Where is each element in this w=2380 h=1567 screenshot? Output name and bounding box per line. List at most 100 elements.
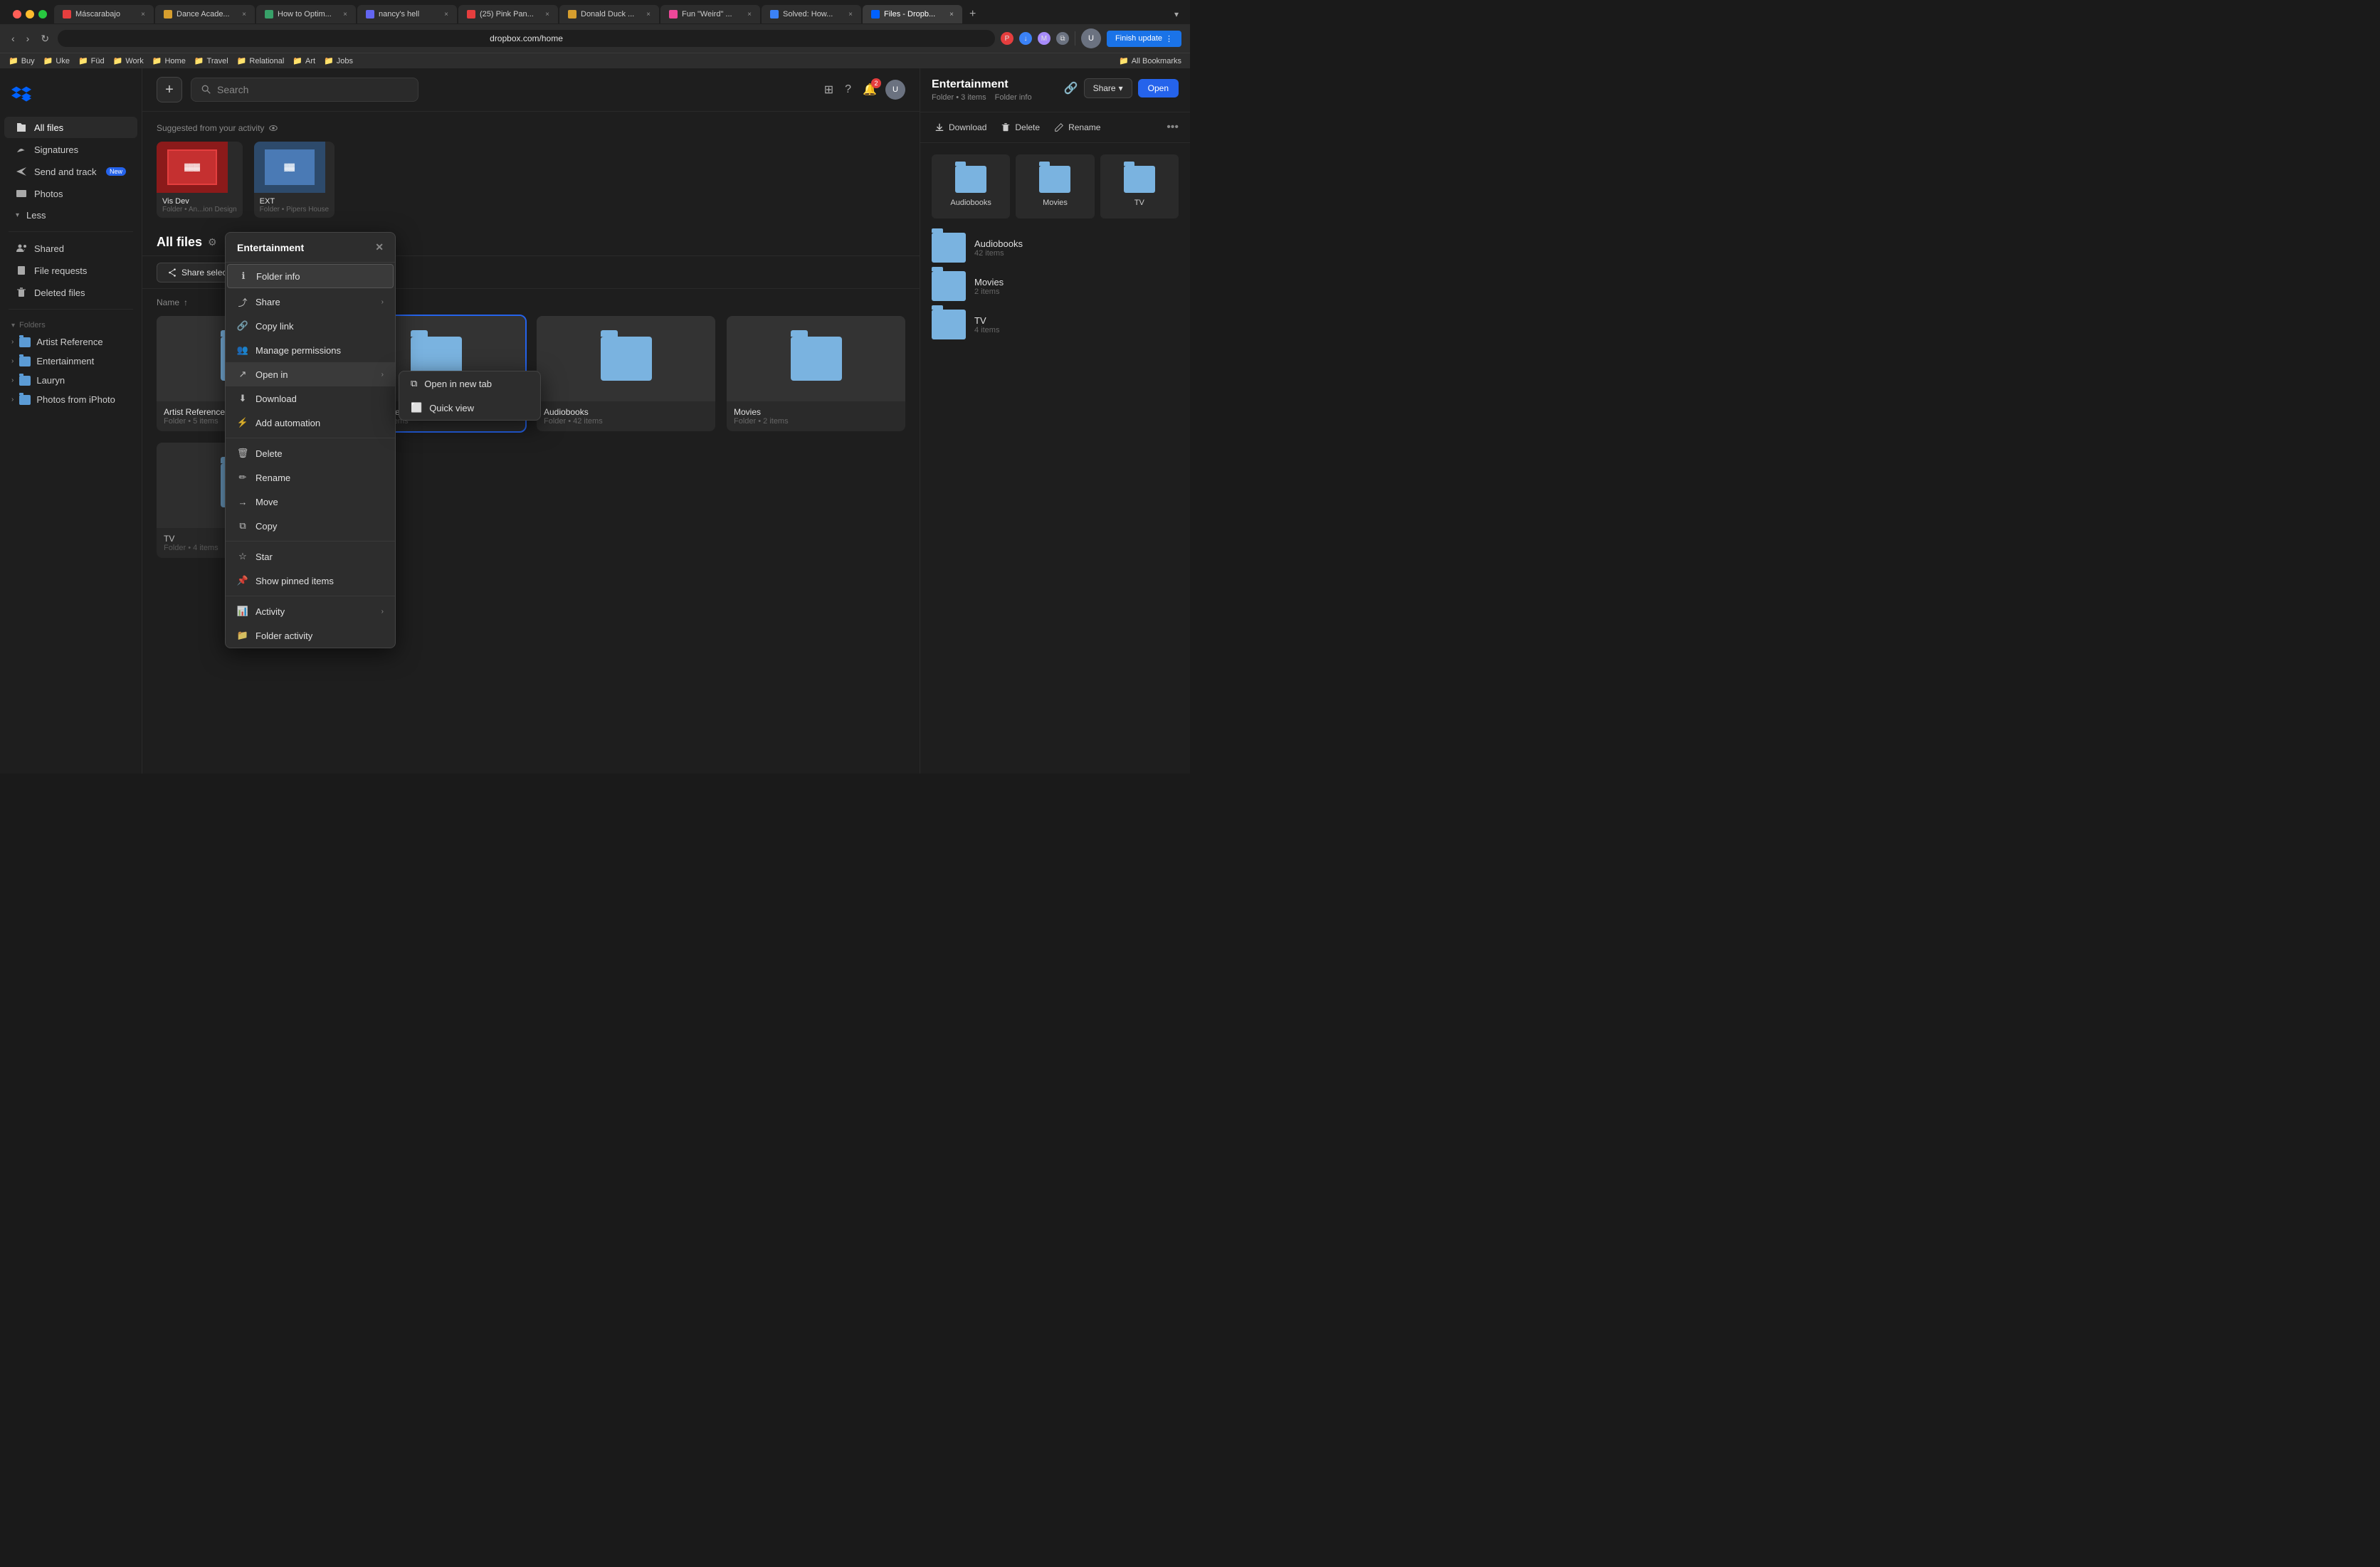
user-avatar-main[interactable]: U bbox=[885, 80, 905, 100]
context-menu-item-activity[interactable]: 📊 Activity › bbox=[226, 599, 395, 623]
tab-nancy[interactable]: nancy's hell × bbox=[357, 5, 457, 23]
extension-icon-1[interactable]: ↓ bbox=[1019, 32, 1032, 45]
maximize-button[interactable] bbox=[38, 10, 47, 19]
bookmark-jobs[interactable]: 📁 Jobs bbox=[324, 56, 353, 65]
context-menu-item-folder-activity[interactable]: 📁 Folder activity bbox=[226, 623, 395, 648]
tab-close-icon[interactable]: × bbox=[545, 11, 549, 19]
bookmark-art[interactable]: 📁 Art bbox=[293, 56, 315, 65]
sidebar-item-file-requests[interactable]: File requests bbox=[4, 260, 137, 281]
quick-view-item[interactable]: ⬜ Quick view bbox=[399, 396, 540, 420]
sidebar-item-signatures[interactable]: Signatures bbox=[4, 139, 137, 160]
tab-pink[interactable]: (25) Pink Pan... × bbox=[458, 5, 558, 23]
context-menu-item-copy[interactable]: ⧉ Copy bbox=[226, 514, 395, 538]
context-menu-item-rename[interactable]: ✏ Rename bbox=[226, 465, 395, 490]
dropbox-logo[interactable] bbox=[0, 77, 142, 116]
sidebar-item-send-track[interactable]: Send and track New bbox=[4, 161, 137, 182]
context-menu-item-copy-link[interactable]: 🔗 Copy link bbox=[226, 314, 395, 338]
panel-list-audiobooks[interactable]: Audiobooks 42 items bbox=[932, 233, 1179, 263]
bookmark-relational[interactable]: 📁 Relational bbox=[237, 56, 285, 65]
sidebar-item-less[interactable]: ▾ Less bbox=[4, 205, 137, 226]
close-button[interactable] bbox=[13, 10, 21, 19]
suggested-card-ext[interactable]: ▓▓ EXT Folder • Pipers House bbox=[254, 142, 335, 218]
file-card-movies[interactable]: Movies Folder • 2 items bbox=[727, 316, 905, 431]
context-menu-close-icon[interactable]: ✕ bbox=[375, 241, 384, 253]
tab-close-icon[interactable]: × bbox=[949, 11, 954, 19]
context-menu-item-folder-info[interactable]: ℹ Folder info bbox=[227, 264, 394, 288]
context-menu-item-show-pinned[interactable]: 📌 Show pinned items bbox=[226, 569, 395, 593]
context-menu-item-manage-permissions[interactable]: 👥 Manage permissions bbox=[226, 338, 395, 362]
tab-close-icon[interactable]: × bbox=[646, 11, 651, 19]
panel-list-movies[interactable]: Movies 2 items bbox=[932, 271, 1179, 301]
tab-close-icon[interactable]: × bbox=[848, 11, 853, 19]
tab-dance[interactable]: Dance Acade... × bbox=[155, 5, 255, 23]
bookmark-work[interactable]: 📁 Work bbox=[113, 56, 144, 65]
tab-howto[interactable]: How to Optim... × bbox=[256, 5, 356, 23]
open-in-new-tab-item[interactable]: ⧉ Open in new tab bbox=[399, 371, 540, 396]
help-button[interactable]: ? bbox=[842, 80, 854, 99]
panel-folder-movies[interactable]: Movies bbox=[1016, 154, 1094, 218]
tab-close-icon[interactable]: × bbox=[343, 11, 347, 19]
grid-apps-button[interactable]: ⊞ bbox=[821, 80, 836, 100]
tab-fun[interactable]: Fun "Weird" ... × bbox=[660, 5, 760, 23]
extension-icon-3[interactable]: ⧉ bbox=[1056, 32, 1069, 45]
panel-delete-button[interactable]: Delete bbox=[998, 120, 1043, 135]
tab-solved[interactable]: Solved: How... × bbox=[762, 5, 861, 23]
file-card-audiobooks[interactable]: Audiobooks Folder • 42 items bbox=[537, 316, 715, 431]
panel-open-button[interactable]: Open bbox=[1138, 79, 1179, 97]
folder-photos-iphoto[interactable]: › Photos from iPhoto bbox=[0, 390, 142, 409]
extension-icon-2[interactable]: M bbox=[1038, 32, 1051, 45]
link-icon-button[interactable]: 🔗 bbox=[1064, 81, 1078, 95]
context-menu-item-star[interactable]: ☆ Star bbox=[226, 544, 395, 569]
add-new-button[interactable]: + bbox=[157, 77, 182, 102]
tab-close-icon[interactable]: × bbox=[242, 11, 246, 19]
settings-icon[interactable]: ⚙ bbox=[208, 236, 217, 248]
tab-donald[interactable]: Donald Duck ... × bbox=[559, 5, 659, 23]
tab-close-icon[interactable]: × bbox=[747, 11, 752, 19]
finish-update-button[interactable]: Finish update ⋮ bbox=[1107, 31, 1181, 47]
visibility-icon bbox=[268, 123, 278, 133]
context-menu-item-move[interactable]: → Move bbox=[226, 490, 395, 514]
sidebar-item-shared[interactable]: Shared bbox=[4, 238, 137, 259]
pinterest-icon[interactable]: P bbox=[1001, 32, 1013, 45]
panel-folder-tv[interactable]: TV bbox=[1100, 154, 1179, 218]
context-menu-item-add-automation[interactable]: ⚡ Add automation bbox=[226, 411, 395, 435]
bookmark-uke[interactable]: 📁 Uke bbox=[43, 56, 70, 65]
notifications-button[interactable]: 🔔 2 bbox=[860, 80, 880, 100]
tab-list-dropdown[interactable]: ▾ bbox=[1169, 6, 1184, 22]
sidebar-item-all-files[interactable]: All files bbox=[4, 117, 137, 138]
bookmark-buy[interactable]: 📁 Buy bbox=[9, 56, 35, 65]
sidebar-item-photos[interactable]: Photos bbox=[4, 183, 137, 204]
reload-button[interactable]: ↻ bbox=[38, 30, 52, 48]
address-bar-input[interactable] bbox=[58, 30, 995, 47]
context-menu-item-download[interactable]: ⬇ Download bbox=[226, 386, 395, 411]
folder-artist-reference[interactable]: › Artist Reference bbox=[0, 332, 142, 352]
folders-section[interactable]: ▾ Folders bbox=[0, 315, 142, 332]
panel-list-tv[interactable]: TV 4 items bbox=[932, 310, 1179, 339]
new-tab-button[interactable]: + bbox=[964, 5, 981, 23]
tab-dropbox[interactable]: Files - Dropb... × bbox=[863, 5, 962, 23]
tab-close-icon[interactable]: × bbox=[444, 11, 448, 19]
user-avatar[interactable]: U bbox=[1081, 28, 1101, 48]
context-menu-item-delete[interactable]: 🗑 Delete bbox=[226, 441, 395, 465]
bookmark-travel[interactable]: 📁 Travel bbox=[194, 56, 228, 65]
panel-share-button[interactable]: Share ▾ bbox=[1084, 78, 1132, 98]
sidebar-item-deleted-files[interactable]: Deleted files bbox=[4, 282, 137, 303]
search-bar[interactable]: Search bbox=[191, 78, 418, 102]
panel-more-button[interactable]: ••• bbox=[1167, 121, 1179, 134]
folder-lauryn[interactable]: › Lauryn bbox=[0, 371, 142, 390]
tab-mascarabajo[interactable]: Máscarabajo × bbox=[54, 5, 154, 23]
suggested-card-vis-dev[interactable]: ▓▓▓ Vis Dev Folder • An...ion Design bbox=[157, 142, 243, 218]
minimize-button[interactable] bbox=[26, 10, 34, 19]
forward-button[interactable]: › bbox=[23, 30, 33, 47]
panel-rename-button[interactable]: Rename bbox=[1051, 120, 1103, 135]
bookmark-fud[interactable]: 📁 Füd bbox=[78, 56, 105, 65]
all-bookmarks-link[interactable]: 📁 All Bookmarks bbox=[1119, 56, 1181, 65]
context-menu-item-open-in[interactable]: ↗ Open in › bbox=[226, 362, 395, 386]
bookmark-home[interactable]: 📁 Home bbox=[152, 56, 186, 65]
panel-folder-audiobooks[interactable]: Audiobooks bbox=[932, 154, 1010, 218]
back-button[interactable]: ‹ bbox=[9, 30, 18, 47]
context-menu-item-share[interactable]: ⤴ Share › bbox=[226, 290, 395, 314]
tab-close-icon[interactable]: × bbox=[141, 11, 145, 19]
folder-entertainment[interactable]: › Entertainment bbox=[0, 352, 142, 371]
panel-download-button[interactable]: Download bbox=[932, 120, 989, 135]
